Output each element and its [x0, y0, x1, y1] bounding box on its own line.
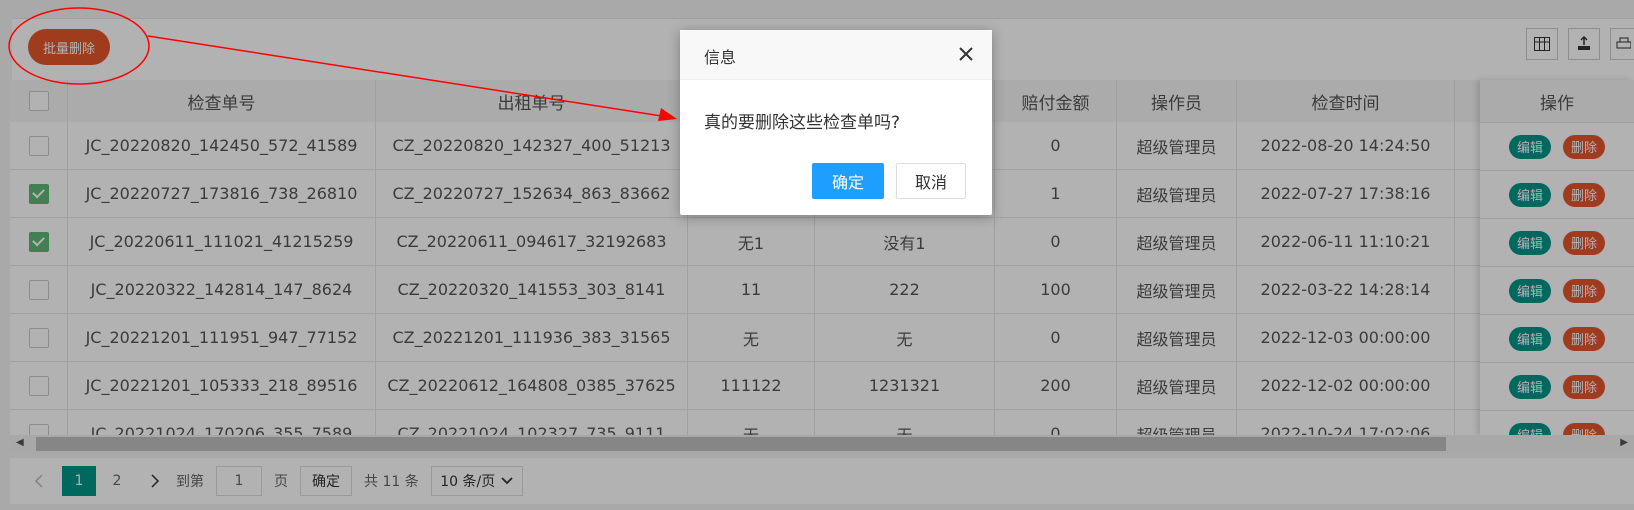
close-icon[interactable]: [956, 44, 976, 64]
cancel-button[interactable]: 取消: [896, 163, 966, 199]
dialog-header: 信息: [680, 30, 992, 80]
confirm-dialog: 信息 真的要删除这些检查单吗? 确定 取消: [680, 30, 992, 215]
dialog-title: 信息: [704, 48, 737, 67]
dialog-message: 真的要删除这些检查单吗?: [704, 113, 901, 133]
confirm-button[interactable]: 确定: [812, 163, 884, 199]
